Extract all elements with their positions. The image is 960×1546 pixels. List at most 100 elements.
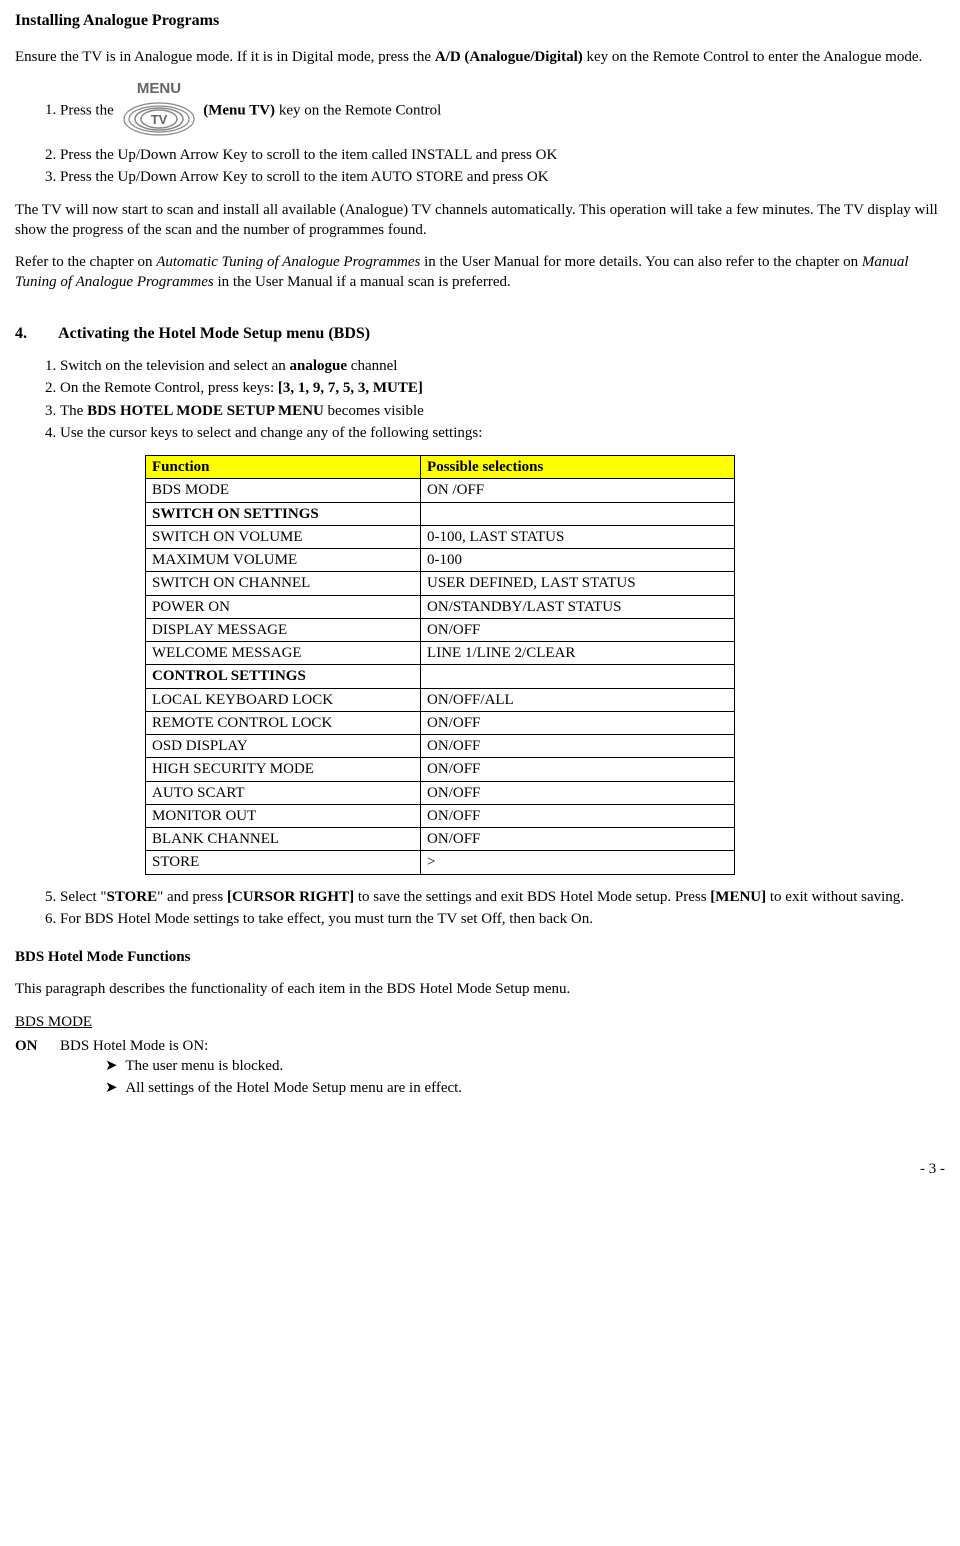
section4-title: Activating the Hotel Mode Setup menu (BD… (58, 325, 370, 342)
cell-function: AUTO SCART (146, 781, 421, 804)
para1b: A/D (Analogue/Digital) (435, 49, 583, 65)
steps-list-2: Switch on the television and select an a… (40, 356, 945, 443)
settings-table: Function Possible selections BDS MODEON … (145, 455, 735, 875)
cell-function: LOCAL KEYBOARD LOCK (146, 688, 421, 711)
cell-selection: ON/OFF (421, 618, 735, 641)
table-row: MONITOR OUTON/OFF (146, 804, 735, 827)
table-header-row: Function Possible selections (146, 456, 735, 479)
step1a: Press the (60, 102, 118, 118)
table-row: BLANK CHANNELON/OFF (146, 828, 735, 851)
s5d: [CURSOR RIGHT] (227, 889, 354, 905)
step2-2: On the Remote Control, press keys: [3, 1… (60, 378, 945, 398)
s5f: [MENU] (710, 889, 766, 905)
s5c: " and press (157, 889, 227, 905)
bds-bullet-list: The user menu is blocked. All settings o… (15, 1056, 945, 1099)
para3: Refer to the chapter on Automatic Tuning… (15, 252, 945, 293)
cell-selection: ON/OFF (421, 781, 735, 804)
s5b: STORE (107, 889, 158, 905)
cell-function: SWITCH ON CHANNEL (146, 572, 421, 595)
s2-2b: [3, 1, 9, 7, 5, 3, MUTE] (278, 380, 423, 396)
table-row: SWITCH ON CHANNELUSER DEFINED, LAST STAT… (146, 572, 735, 595)
cell-selection: 0-100, LAST STATUS (421, 525, 735, 548)
cell-selection: ON/OFF (421, 735, 735, 758)
bds-mode-label: BDS MODE (15, 1012, 945, 1032)
cell-selection: > (421, 851, 735, 874)
cell-selection: ON/OFF (421, 828, 735, 851)
cell-selection: ON/OFF/ALL (421, 688, 735, 711)
table-row: POWER ONON/STANDBY/LAST STATUS (146, 595, 735, 618)
para3c: in the User Manual for more details. You… (420, 254, 862, 270)
para4: This paragraph describes the functionali… (15, 979, 945, 999)
bds-on-text: BDS Hotel Mode is ON: (60, 1038, 208, 1054)
s2-2a: On the Remote Control, press keys: (60, 380, 278, 396)
cell-selection (421, 665, 735, 688)
s2-1b: analogue (290, 358, 348, 374)
cell-function: DISPLAY MESSAGE (146, 618, 421, 641)
table-row: LOCAL KEYBOARD LOCKON/OFF/ALL (146, 688, 735, 711)
cell-selection: ON/OFF (421, 711, 735, 734)
table-row: AUTO SCARTON/OFF (146, 781, 735, 804)
para1a: Ensure the TV is in Analogue mode. If it… (15, 49, 435, 65)
step2-3: The BDS HOTEL MODE SETUP MENU becomes vi… (60, 401, 945, 421)
menu-label: MENU (136, 80, 180, 97)
s5a: Select " (60, 889, 107, 905)
tv-label: TV (150, 112, 167, 127)
para3e: in the User Manual if a manual scan is p… (214, 274, 511, 290)
bds-on-label: ON (15, 1036, 60, 1056)
cell-function: OSD DISPLAY (146, 735, 421, 758)
cell-function: STORE (146, 851, 421, 874)
s2-3b: BDS HOTEL MODE SETUP MENU (87, 403, 324, 419)
cell-function: REMOTE CONTROL LOCK (146, 711, 421, 734)
menu-tv-button-icon: MENU TV (118, 79, 200, 143)
cell-function: BLANK CHANNEL (146, 828, 421, 851)
cell-function: MONITOR OUT (146, 804, 421, 827)
bullet-1: The user menu is blocked. (105, 1056, 945, 1076)
step2-4: Use the cursor keys to select and change… (60, 423, 945, 443)
th-selections: Possible selections (421, 456, 735, 479)
cell-selection: 0-100 (421, 549, 735, 572)
th-function: Function (146, 456, 421, 479)
page-number: - 3 - (15, 1159, 945, 1179)
cell-selection: LINE 1/LINE 2/CLEAR (421, 642, 735, 665)
s2-1a: Switch on the television and select an (60, 358, 290, 374)
steps-list-1: Press the MENU TV (Menu TV) key on the R… (40, 79, 945, 188)
table-row: OSD DISPLAYON/OFF (146, 735, 735, 758)
s2-1c: channel (347, 358, 397, 374)
s5g: to exit without saving. (766, 889, 904, 905)
table-row: DISPLAY MESSAGEON/OFF (146, 618, 735, 641)
intro-paragraph: Ensure the TV is in Analogue mode. If it… (15, 47, 945, 67)
step-6: For BDS Hotel Mode settings to take effe… (60, 909, 945, 929)
steps-list-3: Select "STORE" and press [CURSOR RIGHT] … (40, 887, 945, 930)
s2-3a: The (60, 403, 87, 419)
cell-selection: ON/OFF (421, 758, 735, 781)
table-row: WELCOME MESSAGELINE 1/LINE 2/CLEAR (146, 642, 735, 665)
cell-function: HIGH SECURITY MODE (146, 758, 421, 781)
bds-mode-desc: ONBDS Hotel Mode is ON: (15, 1036, 945, 1056)
cell-selection: USER DEFINED, LAST STATUS (421, 572, 735, 595)
step2-1: Switch on the television and select an a… (60, 356, 945, 376)
cell-function: POWER ON (146, 595, 421, 618)
cell-selection (421, 502, 735, 525)
step1c: key on the Remote Control (275, 102, 441, 118)
cell-function: SWITCH ON SETTINGS (146, 502, 421, 525)
step1b: (Menu TV) (203, 102, 275, 118)
step-3: Press the Up/Down Arrow Key to scroll to… (60, 167, 945, 187)
bullet-2: All settings of the Hotel Mode Setup men… (105, 1078, 945, 1098)
step-2: Press the Up/Down Arrow Key to scroll to… (60, 145, 945, 165)
cell-selection: ON /OFF (421, 479, 735, 502)
para3b: Automatic Tuning of Analogue Programmes (156, 254, 420, 270)
section-4-heading: 4. Activating the Hotel Mode Setup menu … (15, 323, 945, 345)
table-row: STORE> (146, 851, 735, 874)
table-row: HIGH SECURITY MODEON/OFF (146, 758, 735, 781)
step-5: Select "STORE" and press [CURSOR RIGHT] … (60, 887, 945, 907)
table-row: SWITCH ON SETTINGS (146, 502, 735, 525)
cell-function: SWITCH ON VOLUME (146, 525, 421, 548)
cell-function: MAXIMUM VOLUME (146, 549, 421, 572)
section4-num: 4. (15, 323, 55, 345)
cell-function: CONTROL SETTINGS (146, 665, 421, 688)
table-row: REMOTE CONTROL LOCKON/OFF (146, 711, 735, 734)
table-row: SWITCH ON VOLUME0-100, LAST STATUS (146, 525, 735, 548)
para2: The TV will now start to scan and instal… (15, 200, 945, 241)
table-row: MAXIMUM VOLUME0-100 (146, 549, 735, 572)
s2-3c: becomes visible (324, 403, 424, 419)
